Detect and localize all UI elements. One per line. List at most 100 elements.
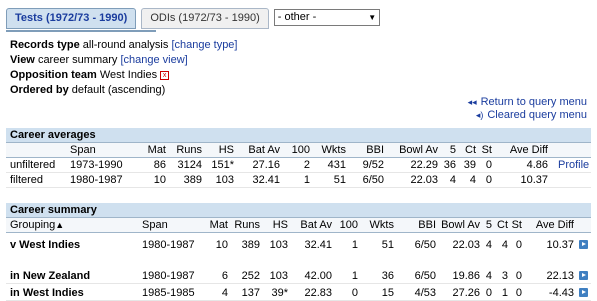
change-view-link[interactable]: [change view] [120,54,187,66]
view-label: View [10,54,35,66]
cell-runs: 3124 [177,159,202,171]
tab-underline [6,30,156,32]
col-5[interactable]: 5 [480,218,492,232]
cell-st: 0 [515,287,522,299]
cell-batav: 42.00 [304,270,332,282]
ordered-value: default (ascending) [71,84,166,96]
col-100[interactable]: 100 [336,218,358,232]
col-bbi[interactable]: BBI [406,218,436,232]
cell-100: 0 [351,287,358,299]
cell-5: 4 [485,239,492,251]
col-batav[interactable]: Bat Av [292,218,332,232]
col-bowlav[interactable]: Bowl Av [434,218,480,232]
row-label: in West Indies [10,287,84,299]
chevron-down-icon: ▼ [368,13,377,22]
tab-odis[interactable]: ODIs (1972/73 - 1990) [141,8,269,29]
career-summary-table: Career summary Grouping▲ Span Mat Runs H… [6,203,591,301]
table-row: v West Indies 1980-1987 10 389 103 32.41… [6,233,591,257]
career-summary-title: Career summary [6,203,591,217]
table-row: filtered 1980-1987 10 389 103 32.41 1 51… [6,173,591,188]
cell-wkts: 431 [327,159,346,171]
col-100: 100 [291,144,310,156]
row-spacer [6,257,591,269]
cell-bbi: 9/52 [362,159,384,171]
cell-batav: 27.16 [252,159,280,171]
cell-bbi: 6/50 [414,239,436,251]
row-label: v West Indies [10,239,81,251]
cell-100: 1 [351,239,358,251]
career-averages-title: Career averages [6,128,591,142]
col-runs: Runs [176,144,202,156]
col-hs: HS [218,144,234,156]
cell-bowlav: 22.03 [410,174,438,186]
col-grouping[interactable]: Grouping▲ [10,218,64,232]
table-header-row: Grouping▲ Span Mat Runs HS Bat Av 100 Wk… [6,217,591,233]
col-ct[interactable]: Ct [494,218,508,232]
table-row: unfiltered 1973-1990 86 3124 151* 27.16 … [6,158,591,173]
cell-runs: 389 [241,239,260,251]
cell-hs: 39* [271,287,288,299]
return-arrow-icon: ◂◂ [467,97,477,107]
profile-link[interactable]: Profile [558,158,589,172]
col-bowlav: Bowl Av [399,144,438,156]
cell-ct: 3 [501,270,508,282]
col-span[interactable]: Span [142,218,168,232]
cell-mat: 86 [153,159,166,171]
tab-tests[interactable]: Tests (1972/73 - 1990) [6,8,137,29]
clear-icon: ◂) [475,110,484,120]
cell-5: 0 [485,287,492,299]
cell-batav: 32.41 [252,174,280,186]
cell-runs: 137 [241,287,260,299]
expand-row-icon[interactable] [579,288,588,297]
cell-5: 36 [443,159,456,171]
table-header-row: Span Mat Runs HS Bat Av 100 Wkts BBI Bow… [6,142,591,158]
cell-avediff: 4.86 [526,159,548,171]
sort-asc-icon: ▲ [55,220,65,230]
row-label: in New Zealand [10,270,91,282]
row-label: filtered [10,174,44,186]
cell-hs: 103 [269,270,288,282]
cell-hs: 103 [215,174,234,186]
other-format-select-value: - other - [277,11,317,23]
col-avediff: Ave Diff [509,144,548,156]
expand-row-icon[interactable] [579,271,588,280]
ordered-label: Ordered by [10,84,69,96]
col-hs[interactable]: HS [264,218,288,232]
col-wkts: Wkts [321,144,346,156]
cell-runs: 252 [241,270,260,282]
return-query-link[interactable]: Return to query menu [481,96,587,108]
col-st[interactable]: St [510,218,522,232]
cleared-query-link[interactable]: Cleared query menu [487,109,587,121]
col-wkts[interactable]: Wkts [362,218,394,232]
cell-5: 4 [449,174,456,186]
cell-st: 0 [515,270,522,282]
col-5: 5 [449,144,456,156]
cell-st: 0 [485,159,492,171]
opposition-label: Opposition team [10,69,97,81]
cell-ct: 1 [501,287,508,299]
col-batav: Bat Av [248,144,280,156]
change-type-link[interactable]: [change type] [171,39,237,51]
cell-wkts: 51 [333,174,346,186]
cell-100: 1 [351,270,358,282]
col-avediff[interactable]: Ave Diff [524,218,574,232]
other-format-select[interactable]: - other - ▼ [273,9,380,26]
col-runs[interactable]: Runs [232,218,260,232]
cell-avediff: -4.43 [548,287,574,299]
col-mat[interactable]: Mat [204,218,228,232]
cell-ct: 4 [501,239,508,251]
cell-span: 1980-1987 [142,270,195,282]
cell-runs: 389 [183,174,202,186]
cell-st: 0 [515,239,522,251]
cell-hs: 103 [269,239,288,251]
expand-row-icon[interactable] [579,240,588,249]
cell-mat: 10 [215,239,228,251]
cell-100: 2 [303,159,310,171]
cell-ct: 4 [469,174,476,186]
cell-bbi: 4/53 [414,287,436,299]
remove-filter-icon[interactable]: x [160,70,170,80]
cell-mat: 6 [221,270,228,282]
col-span: Span [70,144,96,156]
cell-wkts: 15 [381,287,394,299]
col-ct: Ct [465,144,476,156]
